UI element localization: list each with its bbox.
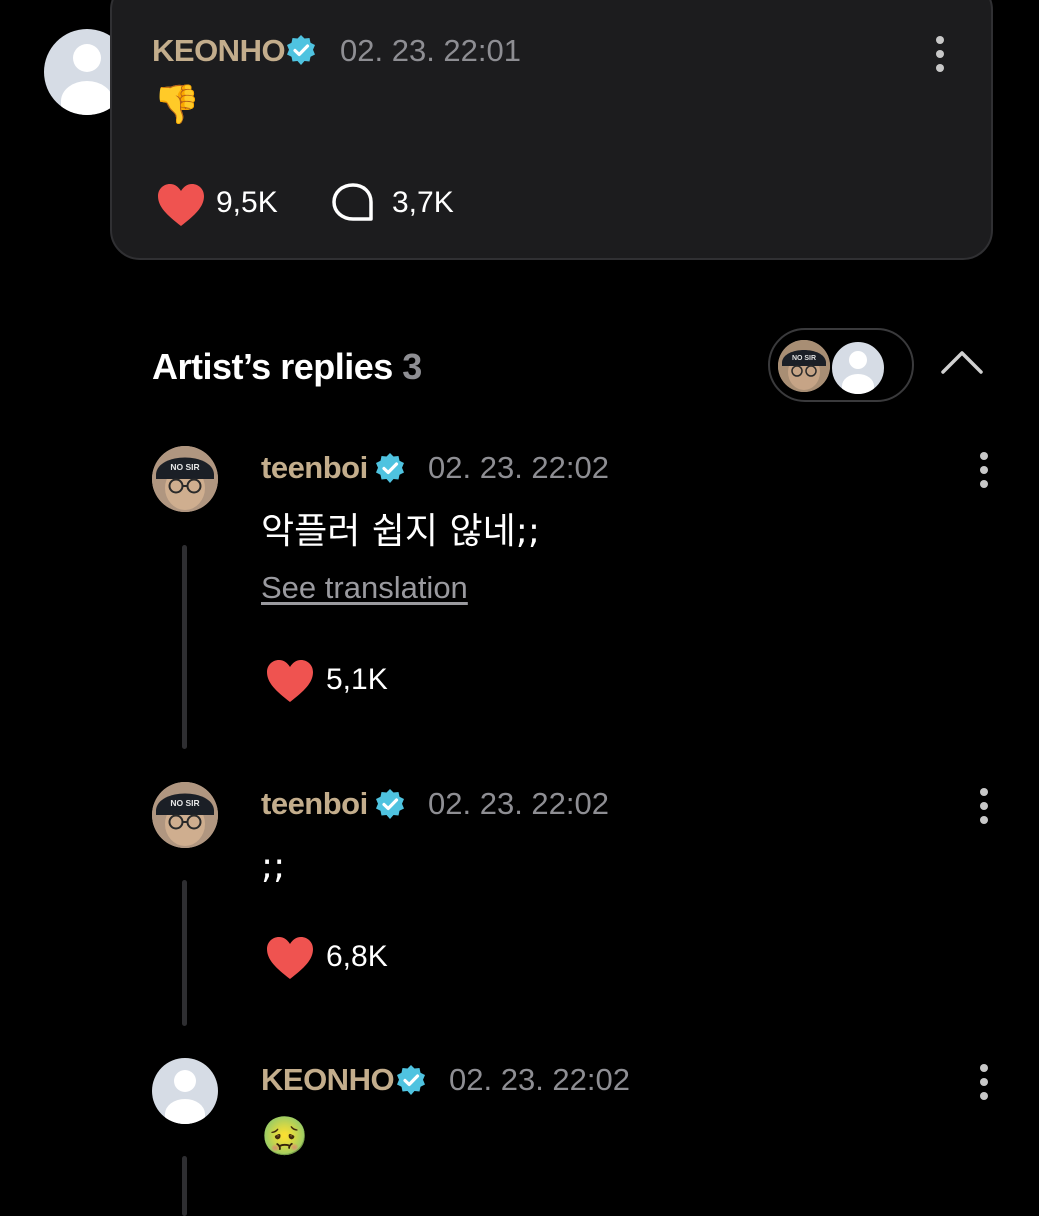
reply-2-more-options-icon[interactable] [979,788,989,830]
reply-1-text: 악플러 쉽지 않네;; [261,511,540,552]
verified-badge-icon [376,453,404,483]
reply-1-author[interactable]: teenboi [261,450,368,486]
reply-1-more-options-icon[interactable] [979,452,989,494]
reply-2-timestamp: 02. 23. 22:02 [428,786,609,821]
post-like-count: 9,5K [216,186,278,219]
post-comment-count: 3,7K [392,186,454,219]
keonho-mini-avatar [830,340,886,396]
reply-2-author[interactable]: teenboi [261,786,368,822]
reply-3-timestamp: 02. 23. 22:02 [449,1062,630,1097]
post-content-emoji: 👎 [153,82,201,126]
reply-3-thread-line [182,1156,187,1216]
reply-2-text: ;; [261,846,286,887]
reply-3-avatar[interactable] [152,1058,218,1124]
svg-text:NO SIR: NO SIR [170,462,199,472]
post-author-name[interactable]: KEONHO [152,33,286,69]
collapse-chevron-up-icon[interactable] [940,348,984,376]
post-like-heart-icon[interactable] [157,183,205,227]
reply-2-thread-line [182,880,187,1026]
reply-3-more-options-icon[interactable] [979,1064,989,1106]
post-comment-icon[interactable] [331,182,379,226]
post-timestamp: 02. 23. 22:01 [340,33,521,68]
post-more-options-icon[interactable] [935,36,945,78]
svg-text:NO SIR: NO SIR [792,355,816,362]
reply-2-like-heart-icon[interactable] [266,936,314,980]
see-translation-link[interactable]: See translation [261,570,468,606]
reply-3-content-emoji: 🤢 [261,1114,309,1158]
reply-1-like-heart-icon[interactable] [266,659,314,703]
artist-replies-title: Artist’s replies 3 [152,346,422,388]
svg-text:NO SIR: NO SIR [170,798,199,808]
teenboi-mini-avatar: NO SIR [778,340,830,392]
artist-replies-count: 3 [402,346,422,387]
verified-badge-icon [397,1065,425,1095]
artist-replies-label: Artist’s replies [152,346,393,387]
reply-3-author[interactable]: KEONHO [261,1062,395,1098]
reply-2-avatar[interactable]: NO SIR [152,782,218,848]
reply-1-avatar[interactable]: NO SIR [152,446,218,512]
verified-badge-icon [287,35,315,65]
reply-2-like-count: 6,8K [326,940,388,973]
reply-1-timestamp: 02. 23. 22:02 [428,450,609,485]
artist-avatars-filter[interactable]: NO SIR [768,328,914,402]
reply-1-like-count: 5,1K [326,663,388,696]
verified-badge-icon [376,789,404,819]
reply-1-thread-line [182,545,187,749]
